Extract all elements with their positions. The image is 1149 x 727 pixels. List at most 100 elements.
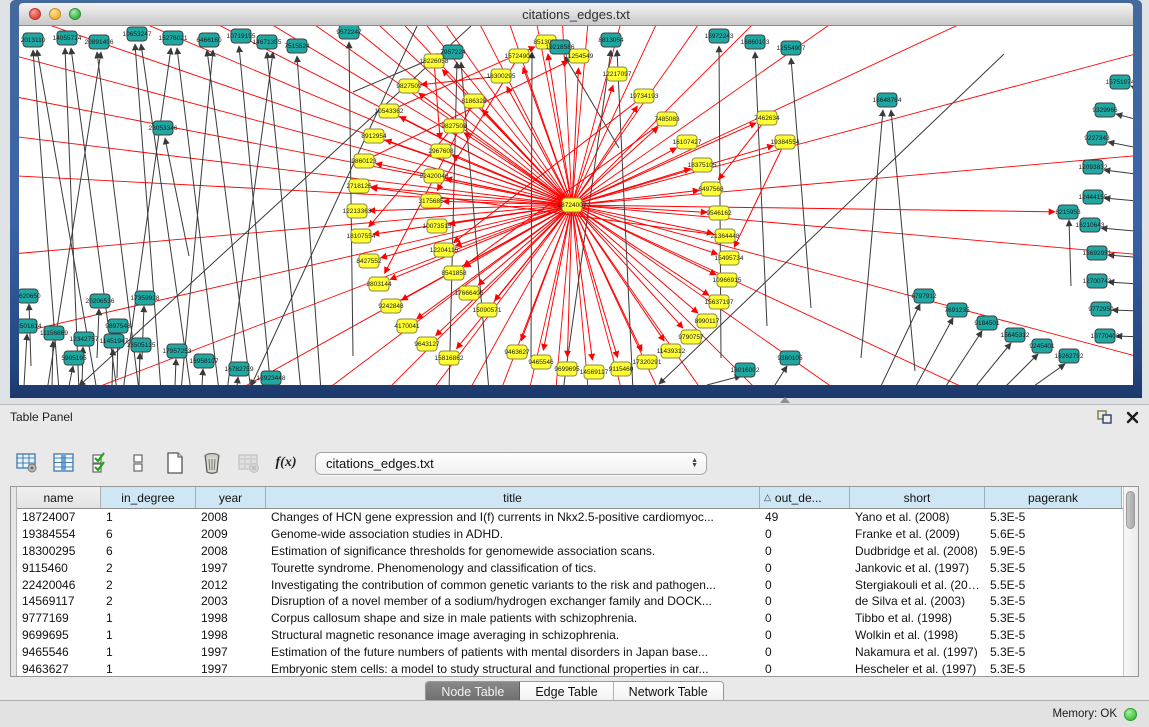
column-header-year[interactable]: year <box>196 487 266 508</box>
graph-node[interactable]: 9227343 <box>1084 131 1110 145</box>
cell-out_degree[interactable]: 0 <box>760 578 850 592</box>
cell-title[interactable]: Corpus callosum shape and size in male p… <box>266 611 760 625</box>
cell-short[interactable]: Franke et al. (2009) <box>850 527 985 541</box>
graph-node[interactable]: 2967608 <box>428 144 454 158</box>
unselect-all-icon[interactable] <box>126 451 150 475</box>
graph-node[interactable]: 12093832 <box>1079 160 1108 174</box>
graph-node[interactable]: 17957253 <box>163 344 192 358</box>
close-panel-icon[interactable] <box>1126 411 1139 424</box>
cell-in_degree[interactable]: 1 <box>101 611 196 625</box>
table-settings-icon[interactable] <box>15 451 39 475</box>
graph-node[interactable]: 9897548 <box>105 319 131 333</box>
graph-node[interactable]: 15637197 <box>705 295 734 309</box>
graph-node[interactable]: 7515524 <box>284 39 310 53</box>
graph-node[interactable]: 9242848 <box>378 299 404 313</box>
tab-node-table[interactable]: Node Table <box>426 682 520 702</box>
vertical-scrollbar[interactable] <box>1123 487 1138 676</box>
graph-node[interactable]: 16262792 <box>1055 349 1084 363</box>
graph-node[interactable]: 19734193 <box>630 89 659 103</box>
network-canvas[interactable]: 1822605898275091054336289129549860123271… <box>19 26 1133 385</box>
graph-node[interactable]: 11439312 <box>657 344 686 358</box>
graph-node[interactable]: 15276021 <box>159 31 188 45</box>
graph-node[interactable]: 9699695 <box>554 362 580 376</box>
graph-node[interactable]: 14569117 <box>580 365 609 379</box>
cell-title[interactable]: Changes of HCN gene expression and I(f) … <box>266 510 760 524</box>
graph-node[interactable]: 16648784 <box>873 93 902 107</box>
cell-year[interactable]: 2009 <box>196 527 266 541</box>
graph-node[interactable]: 20891406 <box>85 35 114 49</box>
cell-name[interactable]: 14569117 <box>17 594 101 608</box>
table-row[interactable]: 1830029562008Estimation of significance … <box>17 543 1123 560</box>
cell-out_degree[interactable]: 0 <box>760 645 850 659</box>
graph-node[interactable]: 15692951 <box>1083 246 1112 260</box>
cell-name[interactable]: 19384554 <box>17 527 101 541</box>
cell-name[interactable]: 9699695 <box>17 628 101 642</box>
cell-short[interactable]: Dudbridge et al. (2008) <box>850 544 985 558</box>
graph-node[interactable]: 10719155 <box>227 29 256 43</box>
cell-pagerank[interactable]: 5.3E-5 <box>985 561 1122 575</box>
cell-year[interactable]: 1997 <box>196 561 266 575</box>
graph-node[interactable]: 2620650 <box>19 289 41 303</box>
column-header-in_degree[interactable]: in_degree <box>101 487 196 508</box>
graph-node[interactable]: 10966915 <box>713 273 742 287</box>
graph-node[interactable]: 12923448 <box>257 371 286 385</box>
cell-name[interactable]: 9463627 <box>17 662 101 676</box>
graph-node[interactable]: 15972243 <box>705 29 734 43</box>
graph-node[interactable]: 12700743 <box>1083 274 1112 288</box>
graph-node[interactable]: 9546162 <box>706 206 732 220</box>
graph-node[interactable]: 7462634 <box>754 111 780 125</box>
cell-out_degree[interactable]: 0 <box>760 611 850 625</box>
graph-node[interactable]: 6797912 <box>911 289 937 303</box>
graph-node[interactable]: 15724906 <box>505 49 534 63</box>
graph-node[interactable]: 6497568 <box>698 182 724 196</box>
cell-name[interactable]: 18300295 <box>17 544 101 558</box>
cell-name[interactable]: 9115460 <box>17 561 101 575</box>
table-row[interactable]: 969969511998Structural magnetic resonanc… <box>17 627 1123 644</box>
minimize-window-icon[interactable] <box>49 8 61 20</box>
cell-year[interactable]: 1998 <box>196 628 266 642</box>
graph-node[interactable]: 9827509 <box>396 79 422 93</box>
function-builder-icon[interactable]: f(x) <box>274 451 298 475</box>
graph-node[interactable]: 11156869 <box>40 326 68 340</box>
cell-in_degree[interactable]: 1 <box>101 645 196 659</box>
cell-short[interactable]: Wolkin et al. (1998) <box>850 628 985 642</box>
zoom-window-icon[interactable] <box>69 8 81 20</box>
cell-pagerank[interactable]: 5.3E-5 <box>985 645 1122 659</box>
cell-in_degree[interactable]: 1 <box>101 628 196 642</box>
graph-node[interactable]: 12217097 <box>603 67 632 81</box>
cell-pagerank[interactable]: 5.5E-5 <box>985 578 1122 592</box>
graph-node[interactable]: 2718126 <box>346 179 372 193</box>
cell-pagerank[interactable]: 5.6E-5 <box>985 527 1122 541</box>
table-row[interactable]: 1456911722003Disruption of a novel membe… <box>17 593 1123 610</box>
cell-short[interactable]: Yano et al. (2008) <box>850 510 985 524</box>
graph-node[interactable]: 9245401 <box>1029 339 1055 353</box>
cell-title[interactable]: Tourette syndrome. Phenomenology and cla… <box>266 561 760 575</box>
graph-node[interactable]: 18107554 <box>347 229 376 243</box>
graph-node[interactable]: 14671355 <box>253 35 282 49</box>
graph-node[interactable]: 11451947 <box>100 334 129 348</box>
graph-node[interactable]: 28053346 <box>149 121 178 135</box>
cell-short[interactable]: Nakamura et al. (1997) <box>850 645 985 659</box>
table-row[interactable]: 911546021997Tourette syndrome. Phenomeno… <box>17 559 1123 576</box>
graph-node[interactable]: 6466160 <box>196 33 222 47</box>
network-graph[interactable]: 1822605898275091054336289129549860123271… <box>19 26 1133 385</box>
cell-name[interactable]: 22420046 <box>17 578 101 592</box>
table-row[interactable]: 1938455462009Genome-wide association stu… <box>17 526 1123 543</box>
graph-node[interactable]: 7485083 <box>654 112 680 126</box>
graph-node[interactable]: 16860103 <box>741 35 770 49</box>
cell-title[interactable]: Genome-wide association studies in ADHD. <box>266 527 760 541</box>
cell-title[interactable]: Estimation of the future numbers of pati… <box>266 645 760 659</box>
cell-pagerank[interactable]: 5.9E-5 <box>985 544 1122 558</box>
cell-in_degree[interactable]: 2 <box>101 561 196 575</box>
graph-node[interactable]: 18016002 <box>731 363 760 377</box>
graph-node[interactable]: 10073515 <box>423 219 452 233</box>
graph-node[interactable]: 8427552 <box>356 254 382 268</box>
graph-node[interactable]: 2803144 <box>366 277 392 291</box>
select-all-icon[interactable] <box>89 451 113 475</box>
table-row[interactable]: 1872400712008Changes of HCN gene express… <box>17 509 1123 526</box>
graph-node[interactable]: 9643127 <box>414 337 440 351</box>
graph-node[interactable]: 9465546 <box>528 355 554 369</box>
cell-short[interactable]: Jankovic et al. (1997) <box>850 561 985 575</box>
cell-pagerank[interactable]: 5.3E-5 <box>985 510 1122 524</box>
graph-node[interactable]: 9572247 <box>336 26 362 39</box>
